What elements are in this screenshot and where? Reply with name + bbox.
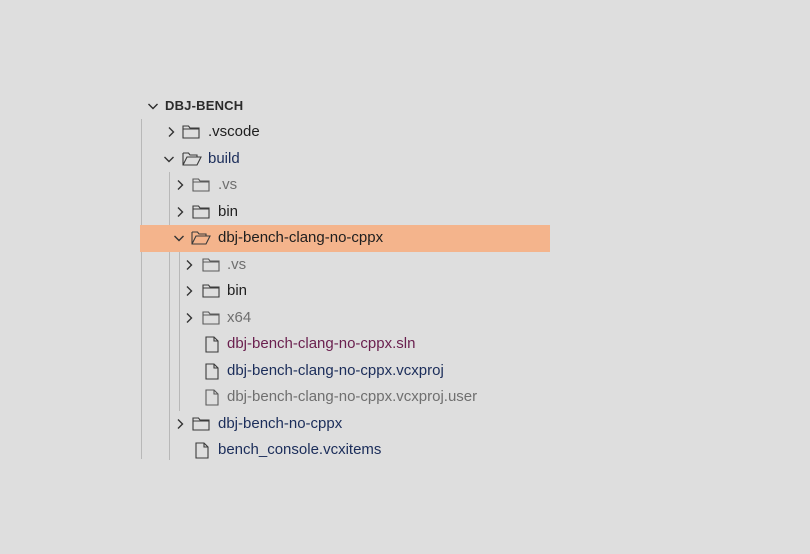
tree-item-label: dbj-bench-clang-no-cppx: [218, 229, 384, 246]
tree-item-label: bin: [227, 282, 248, 299]
chevron-right-icon: [173, 172, 187, 198]
tree-item-label: dbj-bench-clang-no-cppx.vcxproj: [227, 361, 444, 379]
folder-icon: [192, 411, 212, 437]
tree-item-label: .vscode: [208, 123, 260, 140]
folder-icon: [202, 305, 222, 331]
tree-item-bench-console[interactable]: bench_console.vcxitems: [140, 437, 560, 464]
tree-item-build-bin[interactable]: bin: [140, 199, 560, 226]
file-explorer-tree: DBJ-BENCH .vscode build .vs bin dbj-benc…: [140, 93, 560, 464]
folder-icon: [182, 119, 202, 145]
chevron-right-icon: [182, 278, 196, 304]
tree-item-label: bench_console.vcxitems: [218, 441, 382, 458]
folder-icon: [202, 252, 222, 278]
tree-item-clang-vs[interactable]: .vs: [140, 252, 560, 279]
chevron-right-icon: [164, 119, 178, 145]
folder-open-icon: [191, 225, 211, 251]
chevron-right-icon: [182, 252, 196, 278]
tree-item-label: build: [208, 149, 240, 167]
tree-item-clang-no-cppx[interactable]: dbj-bench-clang-no-cppx: [140, 225, 550, 252]
chevron-right-icon: [182, 305, 196, 331]
chevron-right-icon: [173, 411, 187, 437]
tree-item-vscode[interactable]: .vscode: [140, 119, 560, 146]
tree-item-no-cppx[interactable]: dbj-bench-no-cppx: [140, 411, 560, 438]
tree-item-label: dbj-bench-clang-no-cppx.sln: [227, 335, 416, 352]
folder-icon: [192, 172, 212, 198]
file-icon: [205, 358, 225, 384]
folder-open-icon: [182, 146, 202, 172]
tree-item-label: dbj-bench-no-cppx: [218, 414, 343, 432]
chevron-down-icon: [162, 146, 176, 172]
tree-item-build[interactable]: build: [140, 146, 560, 173]
tree-item-clang-sln[interactable]: dbj-bench-clang-no-cppx.sln: [140, 331, 560, 358]
chevron-right-icon: [173, 199, 187, 225]
folder-icon: [202, 278, 222, 304]
tree-item-build-vs[interactable]: .vs: [140, 172, 560, 199]
tree-item-label: bin: [218, 202, 239, 220]
tree-item-clang-bin[interactable]: bin: [140, 278, 560, 305]
tree-item-label: .vs: [227, 255, 247, 273]
chevron-down-icon: [146, 93, 160, 119]
tree-item-label: x64: [227, 308, 252, 326]
explorer-root-header[interactable]: DBJ-BENCH: [140, 93, 560, 119]
explorer-canvas: DBJ-BENCH .vscode build .vs bin dbj-benc…: [0, 0, 810, 554]
chevron-down-icon: [172, 225, 186, 251]
file-icon: [195, 437, 215, 463]
tree-item-clang-x64[interactable]: x64: [140, 305, 560, 332]
explorer-root-label: DBJ-BENCH: [165, 98, 244, 113]
tree-item-label: .vs: [218, 176, 238, 193]
folder-icon: [192, 199, 212, 225]
tree-item-clang-vcxproj-user[interactable]: dbj-bench-clang-no-cppx.vcxproj.user: [140, 384, 560, 411]
tree-item-label: dbj-bench-clang-no-cppx.vcxproj.user: [227, 388, 478, 405]
file-icon: [205, 331, 225, 357]
tree-item-clang-vcxproj[interactable]: dbj-bench-clang-no-cppx.vcxproj: [140, 358, 560, 385]
file-icon: [205, 384, 225, 410]
